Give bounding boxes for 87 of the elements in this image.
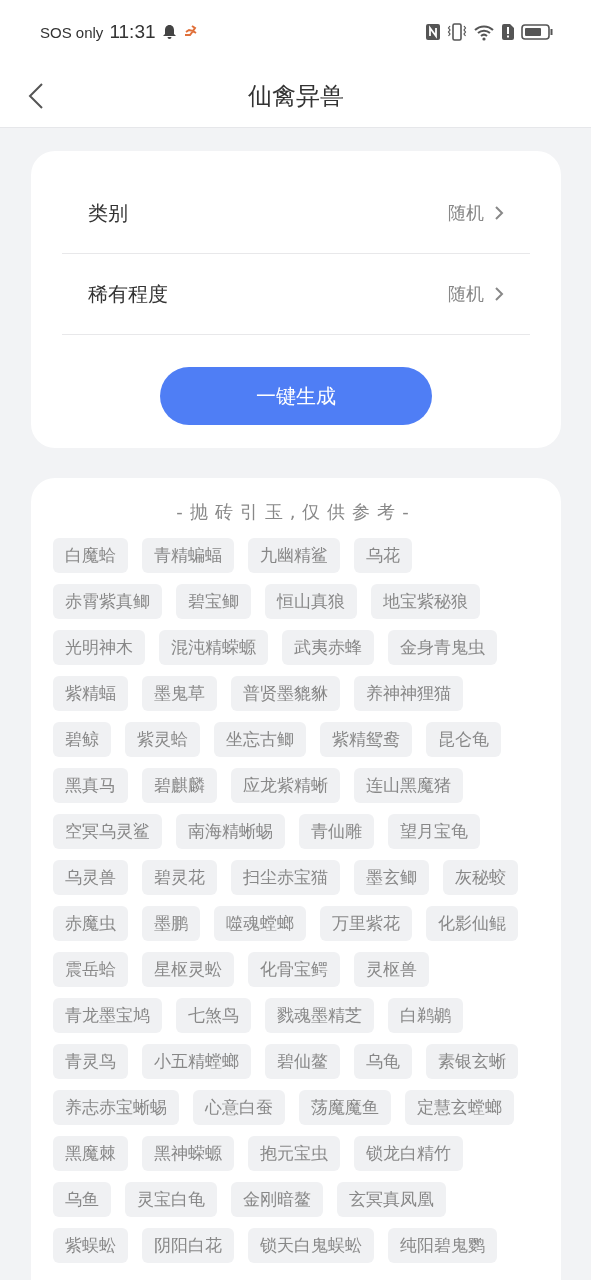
sim-alert-icon — [501, 23, 515, 41]
running-figure-icon — [182, 25, 199, 39]
name-tag[interactable]: 碧宝鲫 — [176, 584, 251, 619]
name-tag[interactable]: 碧灵花 — [142, 860, 217, 895]
bell-icon — [161, 24, 177, 40]
name-tag[interactable]: 武夷赤蜂 — [282, 630, 374, 665]
name-tag[interactable]: 养志赤宝蜥蜴 — [53, 1090, 179, 1125]
name-tag[interactable]: 素银玄蜥 — [426, 1044, 518, 1079]
name-tag[interactable]: 光明神木 — [53, 630, 145, 665]
name-tag[interactable]: 墨鹏 — [142, 906, 200, 941]
name-tag[interactable]: 普贤墨貔貅 — [231, 676, 340, 711]
name-tag[interactable]: 连山黑魔猪 — [354, 768, 463, 803]
name-tag[interactable]: 定慧玄螳螂 — [405, 1090, 514, 1125]
page-title: 仙禽异兽 — [247, 80, 344, 112]
battery-icon — [521, 23, 553, 41]
name-tag[interactable]: 混沌精蝾螈 — [159, 630, 268, 665]
name-tag[interactable]: 灵枢兽 — [354, 952, 429, 987]
name-tag[interactable]: 紫蜈蚣 — [53, 1228, 128, 1263]
name-tag[interactable]: 南海精蜥蜴 — [176, 814, 285, 849]
name-tag[interactable]: 青龙墨宝鸠 — [53, 998, 162, 1033]
filter-label: 稀有程度 — [88, 280, 169, 308]
name-tag[interactable]: 阴阳白花 — [142, 1228, 234, 1263]
name-tag[interactable]: 化影仙鲲 — [426, 906, 518, 941]
name-tag[interactable]: 小五精螳螂 — [142, 1044, 251, 1079]
chevron-left-icon — [26, 82, 46, 110]
name-tag[interactable]: 锁天白鬼蜈蚣 — [248, 1228, 374, 1263]
name-tag[interactable]: 锁龙白精竹 — [354, 1136, 463, 1171]
network-status: SOS only — [40, 23, 104, 41]
name-tag[interactable]: 白魔蛤 — [53, 538, 128, 573]
name-tag[interactable]: 乌灵兽 — [53, 860, 128, 895]
name-tag[interactable]: 紫灵蛤 — [125, 722, 200, 757]
name-tag[interactable]: 坐忘古鲫 — [214, 722, 306, 757]
name-tag[interactable]: 抱元宝虫 — [248, 1136, 340, 1171]
name-tag[interactable]: 扫尘赤宝猫 — [231, 860, 340, 895]
name-tag[interactable]: 乌龟 — [354, 1044, 412, 1079]
name-tag[interactable]: 黑魔棘 — [53, 1136, 128, 1171]
name-tag[interactable]: 恒山真狼 — [265, 584, 357, 619]
name-tag[interactable]: 青灵鸟 — [53, 1044, 128, 1079]
name-tag[interactable]: 灰秘蛟 — [443, 860, 518, 895]
name-tag[interactable]: 心意白蚕 — [193, 1090, 285, 1125]
name-tag[interactable]: 青仙雕 — [299, 814, 374, 849]
name-tag[interactable]: 化骨宝鳄 — [248, 952, 340, 987]
name-tag[interactable]: 乌花 — [354, 538, 412, 573]
generate-button[interactable]: 一键生成 — [160, 367, 432, 425]
name-tag[interactable]: 黑神蝾螈 — [142, 1136, 234, 1171]
name-tag[interactable]: 金刚暗鳌 — [231, 1182, 323, 1217]
name-tag[interactable]: 星枢灵蚣 — [142, 952, 234, 987]
name-tag[interactable]: 望月宝龟 — [388, 814, 480, 849]
name-tag[interactable]: 空冥乌灵鲨 — [53, 814, 162, 849]
name-tag[interactable]: 乌鱼 — [53, 1182, 111, 1217]
vibrate-icon — [447, 23, 467, 41]
name-tag[interactable]: 黑真马 — [53, 768, 128, 803]
clock-time: 11:31 — [109, 21, 156, 43]
nfc-icon — [425, 23, 441, 41]
name-tag[interactable]: 青精蝙蝠 — [142, 538, 234, 573]
name-tag[interactable]: 玄冥真凤凰 — [337, 1182, 446, 1217]
name-tag[interactable]: 地宝紫秘狼 — [371, 584, 480, 619]
name-tag[interactable]: 灵宝白龟 — [125, 1182, 217, 1217]
name-tag[interactable]: 金身青鬼虫 — [388, 630, 497, 665]
name-tag[interactable]: 赤霄紫真鲫 — [53, 584, 162, 619]
name-tag[interactable]: 九幽精鲨 — [248, 538, 340, 573]
name-tag[interactable]: 戮魂墨精芝 — [265, 998, 374, 1033]
name-tag[interactable]: 碧麒麟 — [142, 768, 217, 803]
name-tag[interactable]: 碧鲸 — [53, 722, 111, 757]
wifi-icon — [473, 23, 495, 41]
name-tag[interactable]: 碧仙鳌 — [265, 1044, 340, 1079]
filter-value[interactable]: 随机 — [448, 201, 484, 225]
name-tag[interactable]: 墨玄鲫 — [354, 860, 429, 895]
chevron-right-icon — [494, 205, 504, 221]
name-tag[interactable]: 纯阳碧鬼鹦 — [388, 1228, 497, 1263]
name-tag[interactable]: 七煞鸟 — [176, 998, 251, 1033]
name-tag[interactable]: 养神神狸猫 — [354, 676, 463, 711]
name-tag[interactable]: 赤魔虫 — [53, 906, 128, 941]
name-tag[interactable]: 应龙紫精蜥 — [231, 768, 340, 803]
chevron-right-icon — [494, 286, 504, 302]
name-tag[interactable]: 昆仑龟 — [426, 722, 501, 757]
name-tag[interactable]: 噬魂螳螂 — [214, 906, 306, 941]
filter-label: 类别 — [88, 199, 129, 227]
name-tag[interactable]: 万里紫花 — [320, 906, 412, 941]
name-tag[interactable]: 震岳蛤 — [53, 952, 128, 987]
name-tag[interactable]: 墨鬼草 — [142, 676, 217, 711]
name-tag[interactable]: 紫精蝠 — [53, 676, 128, 711]
filter-value[interactable]: 随机 — [448, 282, 484, 306]
name-tag[interactable]: 紫精鸳鸯 — [320, 722, 412, 757]
name-tag[interactable]: 荡魔魔鱼 — [299, 1090, 391, 1125]
suggestion-heading: -抛砖引玉,仅供参考- — [176, 500, 416, 524]
name-tag[interactable]: 白鹈鹕 — [388, 998, 463, 1033]
